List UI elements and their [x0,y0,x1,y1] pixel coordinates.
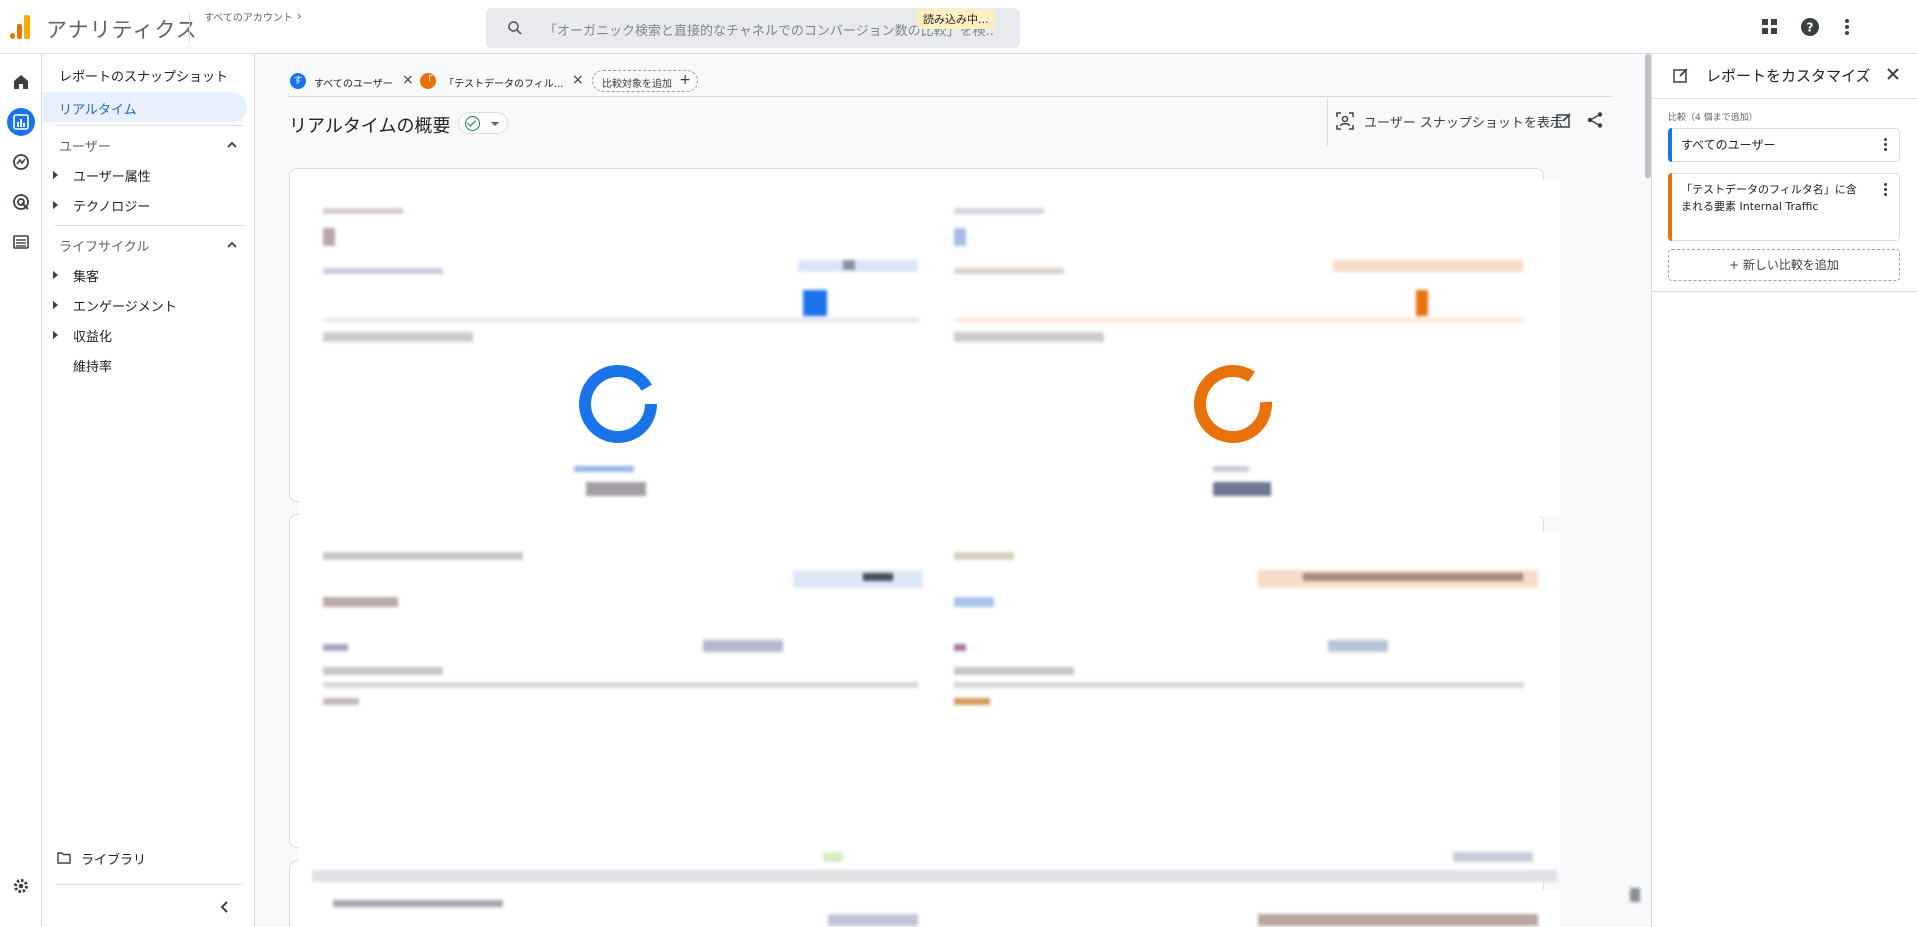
loading-placeholder [1213,466,1293,506]
target-icon [13,194,29,210]
comparison-caption: 比較（4 個まで追加） [1668,113,1758,123]
nav-item-engagement[interactable]: エンゲージメント [73,296,177,315]
edit-report-icon [1673,68,1688,83]
nav-item-library[interactable]: ライブラリ [81,849,146,868]
loading-placeholder [312,870,1557,882]
expand-arrow-icon[interactable] [53,331,58,339]
chip-label: すべてのユーザー [314,79,393,90]
snapshot-button-label: ユーザー スナップショットを表示 [1364,116,1563,131]
plus-icon: + [1729,258,1743,272]
folder-icon [57,852,71,864]
apps-grid-icon[interactable] [1759,16,1781,38]
explore-icon [13,154,29,170]
expand-arrow-icon[interactable] [53,271,58,279]
comparison-color-bar [1668,128,1672,162]
loading-placeholder [323,208,1524,508]
analytics-logo-icon[interactable] [10,15,30,39]
more-vert-icon[interactable] [1884,138,1887,153]
divider [1652,291,1917,292]
user-snapshot-icon [1336,112,1354,130]
divider [189,12,190,42]
loading-placeholder [323,552,1538,872]
chip-label: 「テストデータのフィル... [444,79,564,90]
comparison-label: 「テストデータのフィルタ名」に含まれる要素 Internal Traffic [1681,183,1857,213]
home-button[interactable] [7,68,35,96]
add-new-comparison-button[interactable]: + 新しい比較を追加 [1668,249,1900,281]
account-breadcrumb[interactable]: すべてのアカウント [204,9,293,24]
loading-placeholder [323,898,1538,927]
gear-icon [14,879,28,893]
bar-chart-icon [13,114,29,130]
nav-item-snapshot[interactable]: レポートのスナップショット [59,66,228,85]
add-comparison-button[interactable]: 比較対象を追加 + [592,70,698,92]
chevron-up-icon[interactable] [225,238,239,252]
expand-arrow-icon[interactable] [53,201,58,209]
loading-badge: 読み込み中... [917,9,995,29]
expand-arrow-icon[interactable] [53,171,58,179]
donut-chart-orange [1194,365,1272,443]
search-icon [508,21,522,35]
configure-button[interactable] [7,228,35,256]
admin-button[interactable] [7,872,35,900]
advertising-button[interactable] [7,188,35,216]
add-comparison-label: 比較対象を追加 [602,79,672,90]
chevron-up-icon[interactable] [225,138,239,152]
nav-item-technology[interactable]: テクノロジー [73,196,150,215]
realtime-detail-card [299,532,1560,872]
nav-item-retention[interactable]: 維持率 [73,356,112,375]
divider [288,96,1613,97]
nav-item-realtime[interactable]: リアルタイム [43,92,247,122]
close-icon[interactable] [1884,65,1902,83]
divider [55,884,243,885]
list-icon [13,235,29,249]
divider [55,125,243,126]
data-quality-status[interactable] [458,112,508,134]
chip-avatar: 「 [420,73,436,89]
home-icon [14,75,28,89]
svg-text:?: ? [1807,21,1814,35]
explore-button[interactable] [7,148,35,176]
more-vert-icon[interactable] [1884,183,1887,198]
nav-item-monetization[interactable]: 収益化 [73,326,112,345]
share-icon[interactable] [1586,111,1604,129]
panel-title: レポートをカスタマイズ [1706,67,1871,85]
page-title: リアルタイムの概要 [289,116,451,137]
realtime-users-card [299,180,1560,516]
add-new-comparison-label: 新しい比較を追加 [1742,258,1839,272]
report-nav: レポートのスナップショット リアルタイム ユーザー ユーザー属性 テクノロジー … [43,54,255,927]
check-circle-icon [465,116,480,131]
app-title[interactable]: アナリティクス [46,14,198,44]
chevron-right-icon[interactable]: › [297,9,302,23]
nav-section-user[interactable]: ユーザー [59,136,111,155]
left-rail [0,54,42,927]
nav-section-lifecycle[interactable]: ライフサイクル [59,236,149,255]
loading-placeholder [574,466,654,506]
close-icon[interactable]: × [402,72,414,88]
comparison-card[interactable]: 「テストデータのフィルタ名」に含まれる要素 Internal Traffic [1668,173,1900,241]
collapse-nav-icon[interactable] [217,899,233,915]
divider [1327,98,1328,146]
comparison-label: すべてのユーザー [1681,138,1776,152]
close-icon[interactable]: × [572,72,584,88]
divider [1652,98,1917,99]
nav-item-user-attributes[interactable]: ユーザー属性 [73,166,151,185]
more-vert-icon[interactable] [1836,16,1858,38]
nav-item-acquisition[interactable]: 集客 [73,266,99,285]
help-icon[interactable]: ? [1799,16,1821,38]
comparison-color-bar [1668,173,1672,241]
expand-arrow-icon[interactable] [53,301,58,309]
chip-avatar: す [290,73,306,89]
caret-down-icon [491,122,499,126]
edit-report-icon[interactable] [1555,111,1573,129]
donut-chart-blue [579,365,657,443]
loading-placeholder [1622,880,1646,916]
reports-button[interactable] [7,108,35,136]
divider [55,225,243,226]
customize-report-panel: レポートをカスタマイズ 比較（4 個まで追加） すべてのユーザー 「テストデータ… [1651,54,1917,927]
top-bar: アナリティクス すべてのアカウント › 「オーガニック検索と直接的なチャネルでの… [0,0,1917,54]
comparison-card[interactable]: すべてのユーザー [1668,128,1900,162]
realtime-events-card [299,890,1560,927]
plus-icon: + [679,72,691,88]
